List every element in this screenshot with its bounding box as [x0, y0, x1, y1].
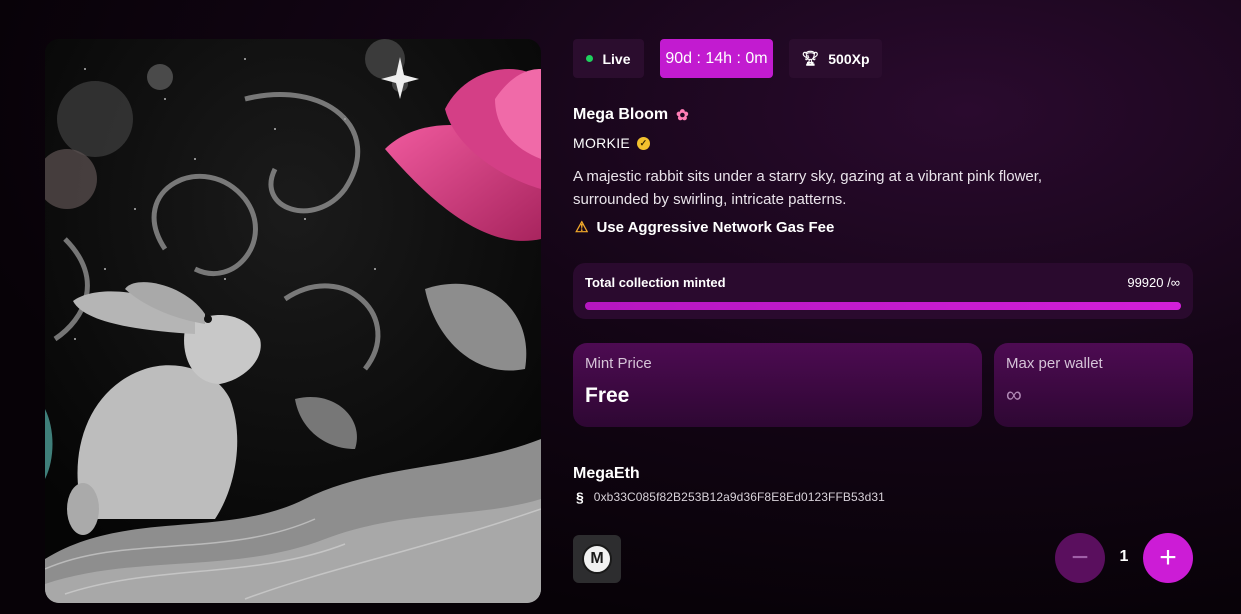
megaeth-logo-icon: M: [582, 544, 612, 574]
creator-name[interactable]: MORKIE ✓: [573, 135, 651, 151]
chain-icon: §: [576, 489, 584, 505]
live-status-dot-icon: [586, 55, 594, 62]
contract-address[interactable]: § 0xb33C085f82B253B12a9d36F8E8Ed0123FFB5…: [576, 489, 885, 505]
trophy-icon: 🏆︎: [801, 50, 820, 66]
increase-quantity-button[interactable]: +: [1143, 533, 1193, 583]
xp-label: 500Xp: [828, 50, 870, 67]
max-per-wallet-label: Max per wallet: [1006, 355, 1103, 372]
title-text: Mega Bloom: [573, 106, 669, 123]
decrease-quantity-button[interactable]: −: [1055, 533, 1105, 583]
artwork-image: [45, 39, 541, 603]
mint-price-card: Mint Price Free: [573, 343, 982, 427]
countdown-timer: 90d : 14h : 0m: [660, 39, 773, 78]
progress-track: [585, 302, 1181, 310]
warning-text: Use Aggressive Network Gas Fee: [596, 218, 835, 236]
gas-fee-warning: ⚠ Use Aggressive Network Gas Fee: [575, 218, 835, 237]
progress-fill: [585, 302, 1181, 310]
max-per-wallet-card: Max per wallet ∞: [994, 343, 1193, 427]
mint-price-value: Free: [585, 384, 630, 407]
flower-emoji-icon: ✿: [676, 107, 689, 124]
live-label: Live: [602, 50, 631, 67]
megaeth-logo-button[interactable]: M: [573, 535, 621, 583]
warning-icon: ⚠: [575, 219, 589, 236]
mint-price-label: Mint Price: [585, 355, 652, 372]
timer-text: 90d : 14h : 0m: [665, 49, 768, 67]
collection-title: Mega Bloom ✿: [573, 106, 689, 124]
creator-label: MORKIE: [573, 135, 631, 151]
progress-count: 99920 /∞: [1127, 275, 1180, 290]
collection-description: A majestic rabbit sits under a starry sk…: [573, 168, 1043, 208]
verified-icon: ✓: [637, 136, 651, 150]
quantity-value: 1: [1119, 548, 1129, 565]
progress-label: Total collection minted: [585, 275, 726, 290]
xp-badge: 🏆︎ 500Xp: [789, 39, 882, 78]
live-badge: Live: [573, 39, 644, 78]
chain-name: MegaEth: [573, 465, 640, 482]
mint-progress-card: Total collection minted 99920 /∞: [573, 263, 1193, 319]
infinity-icon: ∞: [1006, 382, 1022, 407]
contract-address-text: 0xb33C085f82B253B12a9d36F8E8Ed0123FFB53d…: [593, 490, 885, 504]
